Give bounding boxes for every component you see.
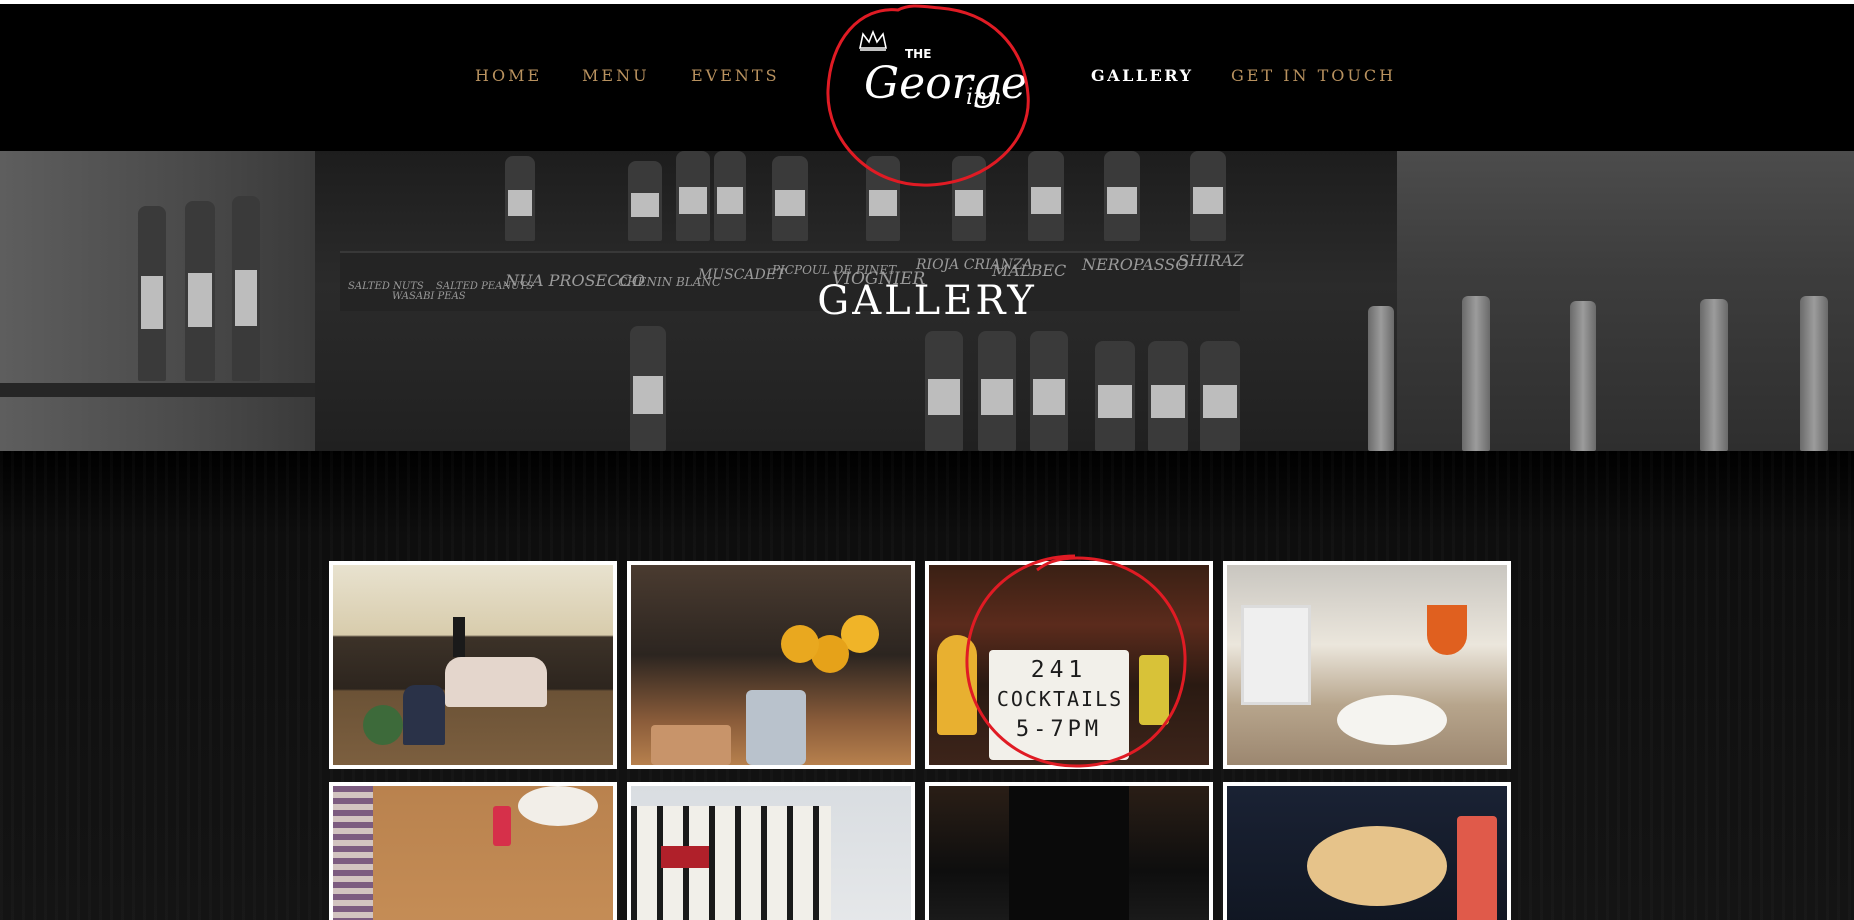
pineapple xyxy=(937,635,977,735)
bread xyxy=(651,725,731,765)
wine-bottle xyxy=(714,151,746,241)
crown-icon xyxy=(859,29,887,51)
bartender-figure xyxy=(1009,786,1129,920)
nav-home[interactable]: HOME xyxy=(475,66,542,85)
gallery-item-bartender[interactable] xyxy=(925,782,1213,920)
gallery-item-spritz-dish[interactable] xyxy=(1223,561,1511,769)
beer-tap xyxy=(1368,306,1394,451)
sofa xyxy=(445,657,547,707)
gallery-item-dining-table[interactable] xyxy=(329,782,617,920)
george-inn-logo[interactable]: THE George inn xyxy=(820,0,1034,192)
nav-menu[interactable]: MENU xyxy=(582,66,650,85)
logo-inn: inn xyxy=(966,85,1001,110)
wine-bottle xyxy=(978,331,1016,451)
wine-bottle xyxy=(1095,341,1135,451)
wine-bottle xyxy=(628,161,662,241)
window xyxy=(453,617,465,657)
plate xyxy=(518,786,598,826)
bottle xyxy=(1139,655,1169,725)
sign-line-2: COCKTAILS xyxy=(996,687,1124,711)
bag xyxy=(746,690,806,765)
wine-bottle xyxy=(1190,151,1226,241)
wine-bottle xyxy=(630,326,666,451)
chalk-label: SHIRAZ xyxy=(1178,251,1244,270)
pub-sign xyxy=(661,846,709,868)
gallery-item-pornstar-martini[interactable] xyxy=(1223,782,1511,920)
gallery-item-lounge-sofa[interactable] xyxy=(329,561,617,769)
wine-bottle xyxy=(772,156,808,241)
plant xyxy=(363,705,403,745)
martini-foam xyxy=(1307,826,1447,906)
plate xyxy=(1337,695,1447,745)
page-title: GALLERY xyxy=(817,278,1037,324)
wine-bottle xyxy=(925,331,963,451)
drink xyxy=(493,806,511,846)
striped-chair xyxy=(333,786,373,920)
sign-line-1: 241 xyxy=(1030,657,1088,683)
hero-banner: SALTED NUTS WASABI PEAS SALTED PEANUTS N… xyxy=(0,151,1854,451)
wine-bottle xyxy=(505,156,535,241)
chalk-label: NEROPASSO xyxy=(1082,255,1189,274)
sign-line-3: 5-7PM xyxy=(1015,717,1103,742)
wine-bottle xyxy=(1200,341,1240,451)
hero-shelf-left xyxy=(0,383,315,397)
sunflowers xyxy=(781,625,819,663)
pink-cocktail xyxy=(1457,816,1497,920)
gallery-item-sunflowers-bar[interactable] xyxy=(627,561,915,769)
wine-bottle xyxy=(1148,341,1188,451)
chair xyxy=(1241,605,1311,705)
logo-george: George xyxy=(864,58,1027,109)
wine-bottle xyxy=(1104,151,1140,241)
nav-gallery[interactable]: GALLERY xyxy=(1091,66,1194,85)
nav-events[interactable]: EVENTS xyxy=(691,66,780,85)
spritz-glass xyxy=(1427,605,1467,655)
wine-bottle xyxy=(1030,331,1068,451)
wine-bottle xyxy=(676,151,710,241)
gallery-item-pub-exterior[interactable] xyxy=(627,782,915,920)
armchair xyxy=(403,685,445,745)
gallery-item-cocktails-sign[interactable]: 241 COCKTAILS 5-7PM xyxy=(925,561,1213,769)
nav-get-in-touch[interactable]: GET IN TOUCH xyxy=(1231,66,1396,85)
